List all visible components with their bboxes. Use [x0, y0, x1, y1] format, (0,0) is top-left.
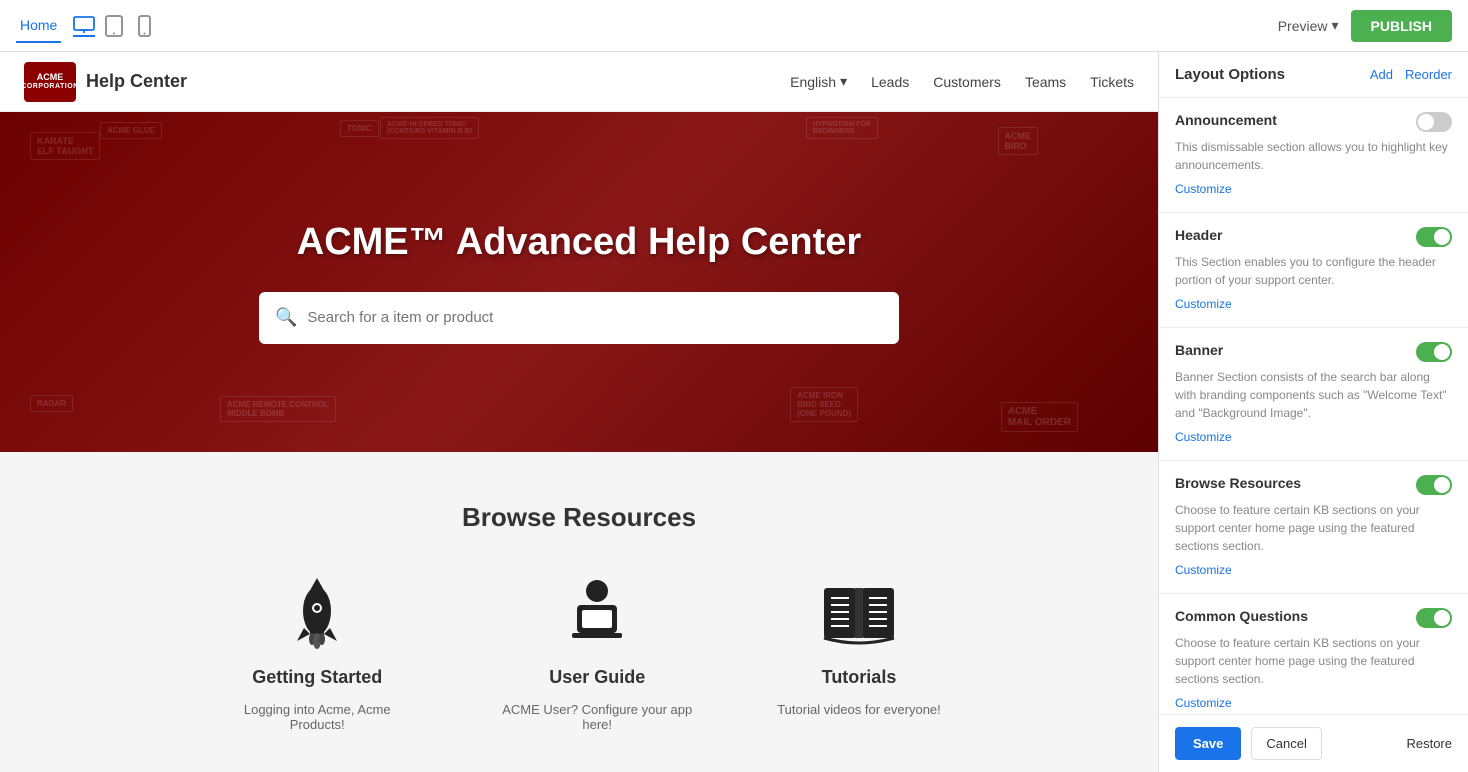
top-bar-right: Preview ▾ PUBLISH: [1278, 10, 1452, 42]
top-bar-left: Home: [16, 9, 155, 43]
leads-link[interactable]: Leads: [871, 74, 909, 90]
language-selector[interactable]: English ▾: [790, 73, 847, 90]
layout-item-name-header: Header: [1175, 227, 1222, 243]
mobile-icon[interactable]: [133, 15, 155, 37]
resource-item-tutorials[interactable]: Tutorials Tutorial videos for everyone!: [777, 573, 941, 732]
reorder-button[interactable]: Reorder: [1405, 67, 1452, 82]
layout-item-name-announcement: Announcement: [1175, 112, 1277, 128]
customize-link-banner[interactable]: Customize: [1175, 430, 1232, 444]
getting-started-icon: [277, 573, 357, 653]
preview-button[interactable]: Preview ▾: [1278, 17, 1339, 34]
tablet-icon[interactable]: [103, 15, 125, 37]
toggle-header[interactable]: [1416, 227, 1452, 247]
resource-desc-getting-started: Logging into Acme, Acme Products!: [217, 702, 417, 732]
acme-logo-line2: CORPORATION: [21, 83, 78, 91]
desktop-icon[interactable]: [73, 15, 95, 37]
resource-desc-user-guide: ACME User? Configure your app here!: [497, 702, 697, 732]
customize-link-header[interactable]: Customize: [1175, 297, 1232, 311]
search-input[interactable]: [307, 309, 883, 326]
layout-item-header-header: Header: [1175, 227, 1452, 247]
top-bar: Home Preview ▾ PUBLISH: [0, 0, 1468, 52]
preview-label: Preview: [1278, 18, 1328, 34]
right-panel: Layout Options Add Reorder Announcement …: [1158, 52, 1468, 772]
banner-title: ACME™ Advanced Help Center: [297, 221, 861, 264]
browse-title: Browse Resources: [40, 502, 1118, 533]
customize-link-browse-resources[interactable]: Customize: [1175, 563, 1232, 577]
layout-sections: Announcement This dismissable section al…: [1159, 98, 1468, 772]
layout-item-announcement: Announcement This dismissable section al…: [1159, 98, 1468, 213]
resource-item-user-guide[interactable]: User Guide ACME User? Configure your app…: [497, 573, 697, 732]
resource-desc-tutorials: Tutorial videos for everyone!: [777, 702, 941, 717]
tickets-link[interactable]: Tickets: [1090, 74, 1134, 90]
home-tab[interactable]: Home: [16, 9, 61, 43]
resource-name-user-guide: User Guide: [549, 667, 645, 688]
resource-name-tutorials: Tutorials: [822, 667, 897, 688]
layout-item-name-browse-resources: Browse Resources: [1175, 475, 1301, 491]
language-label: English: [790, 74, 836, 90]
layout-item-header-banner: Banner: [1175, 342, 1452, 362]
toggle-announcement[interactable]: [1416, 112, 1452, 132]
device-icons: [73, 15, 155, 37]
panel-footer: Save Cancel Restore: [1159, 714, 1468, 772]
layout-item-header-common-questions: Common Questions: [1175, 608, 1452, 628]
layout-item-name-common-questions: Common Questions: [1175, 608, 1308, 624]
user-guide-icon: [557, 573, 637, 653]
language-chevron: ▾: [840, 73, 847, 90]
banner-section: KARATEELF TAUGHT ACME GLUE TONIC ACME HI…: [0, 112, 1158, 452]
layout-item-desc-announcement: This dismissable section allows you to h…: [1175, 138, 1452, 174]
search-icon: 🔍: [275, 307, 297, 328]
toggle-browse-resources[interactable]: [1416, 475, 1452, 495]
layout-item-desc-common-questions: Choose to feature certain KB sections on…: [1175, 634, 1452, 688]
cancel-button[interactable]: Cancel: [1251, 727, 1321, 760]
layout-item-browse-resources: Browse Resources Choose to feature certa…: [1159, 461, 1468, 594]
banner-content: ACME™ Advanced Help Center 🔍: [0, 221, 1158, 344]
acme-logo-line1: ACME: [21, 73, 78, 83]
browse-resources-section: Browse Resources: [0, 452, 1158, 772]
layout-item-desc-banner: Banner Section consists of the search ba…: [1175, 368, 1452, 422]
search-bar[interactable]: 🔍: [259, 292, 899, 344]
panel-actions: Add Reorder: [1370, 67, 1452, 82]
layout-item-name-banner: Banner: [1175, 342, 1223, 358]
preview-chevron: ▾: [1332, 17, 1339, 34]
panel-title: Layout Options: [1175, 66, 1285, 83]
preview-area: ACME CORPORATION Help Center English ▾ L…: [0, 52, 1158, 772]
panel-header: Layout Options Add Reorder: [1159, 52, 1468, 98]
hc-title: Help Center: [86, 71, 187, 92]
resource-item-getting-started[interactable]: Getting Started Logging into Acme, Acme …: [217, 573, 417, 732]
layout-item-desc-header: This Section enables you to configure th…: [1175, 253, 1452, 289]
customize-link-announcement[interactable]: Customize: [1175, 182, 1232, 196]
tutorials-icon: [819, 573, 899, 653]
restore-button[interactable]: Restore: [1406, 736, 1452, 751]
add-button[interactable]: Add: [1370, 67, 1393, 82]
toggle-banner[interactable]: [1416, 342, 1452, 362]
layout-item-banner: Banner Banner Section consists of the se…: [1159, 328, 1468, 461]
main-layout: ACME CORPORATION Help Center English ▾ L…: [0, 52, 1468, 772]
layout-item-header-browse-resources: Browse Resources: [1175, 475, 1452, 495]
footer-actions: Save Cancel: [1175, 727, 1322, 760]
resource-name-getting-started: Getting Started: [252, 667, 382, 688]
teams-link[interactable]: Teams: [1025, 74, 1066, 90]
hc-nav-links: English ▾ Leads Customers Teams Tickets: [790, 73, 1134, 90]
publish-button[interactable]: PUBLISH: [1351, 10, 1452, 42]
layout-item-desc-browse-resources: Choose to feature certain KB sections on…: [1175, 501, 1452, 555]
customize-link-common-questions[interactable]: Customize: [1175, 696, 1232, 710]
hc-logo: ACME CORPORATION Help Center: [24, 62, 187, 102]
save-button[interactable]: Save: [1175, 727, 1241, 760]
layout-item-header: Header This Section enables you to confi…: [1159, 213, 1468, 328]
layout-item-common-questions: Common Questions Choose to feature certa…: [1159, 594, 1468, 727]
resource-grid: Getting Started Logging into Acme, Acme …: [40, 573, 1118, 732]
hc-nav: ACME CORPORATION Help Center English ▾ L…: [0, 52, 1158, 112]
customers-link[interactable]: Customers: [933, 74, 1001, 90]
layout-item-header-announcement: Announcement: [1175, 112, 1452, 132]
toggle-common-questions[interactable]: [1416, 608, 1452, 628]
acme-logo-image: ACME CORPORATION: [24, 62, 76, 102]
